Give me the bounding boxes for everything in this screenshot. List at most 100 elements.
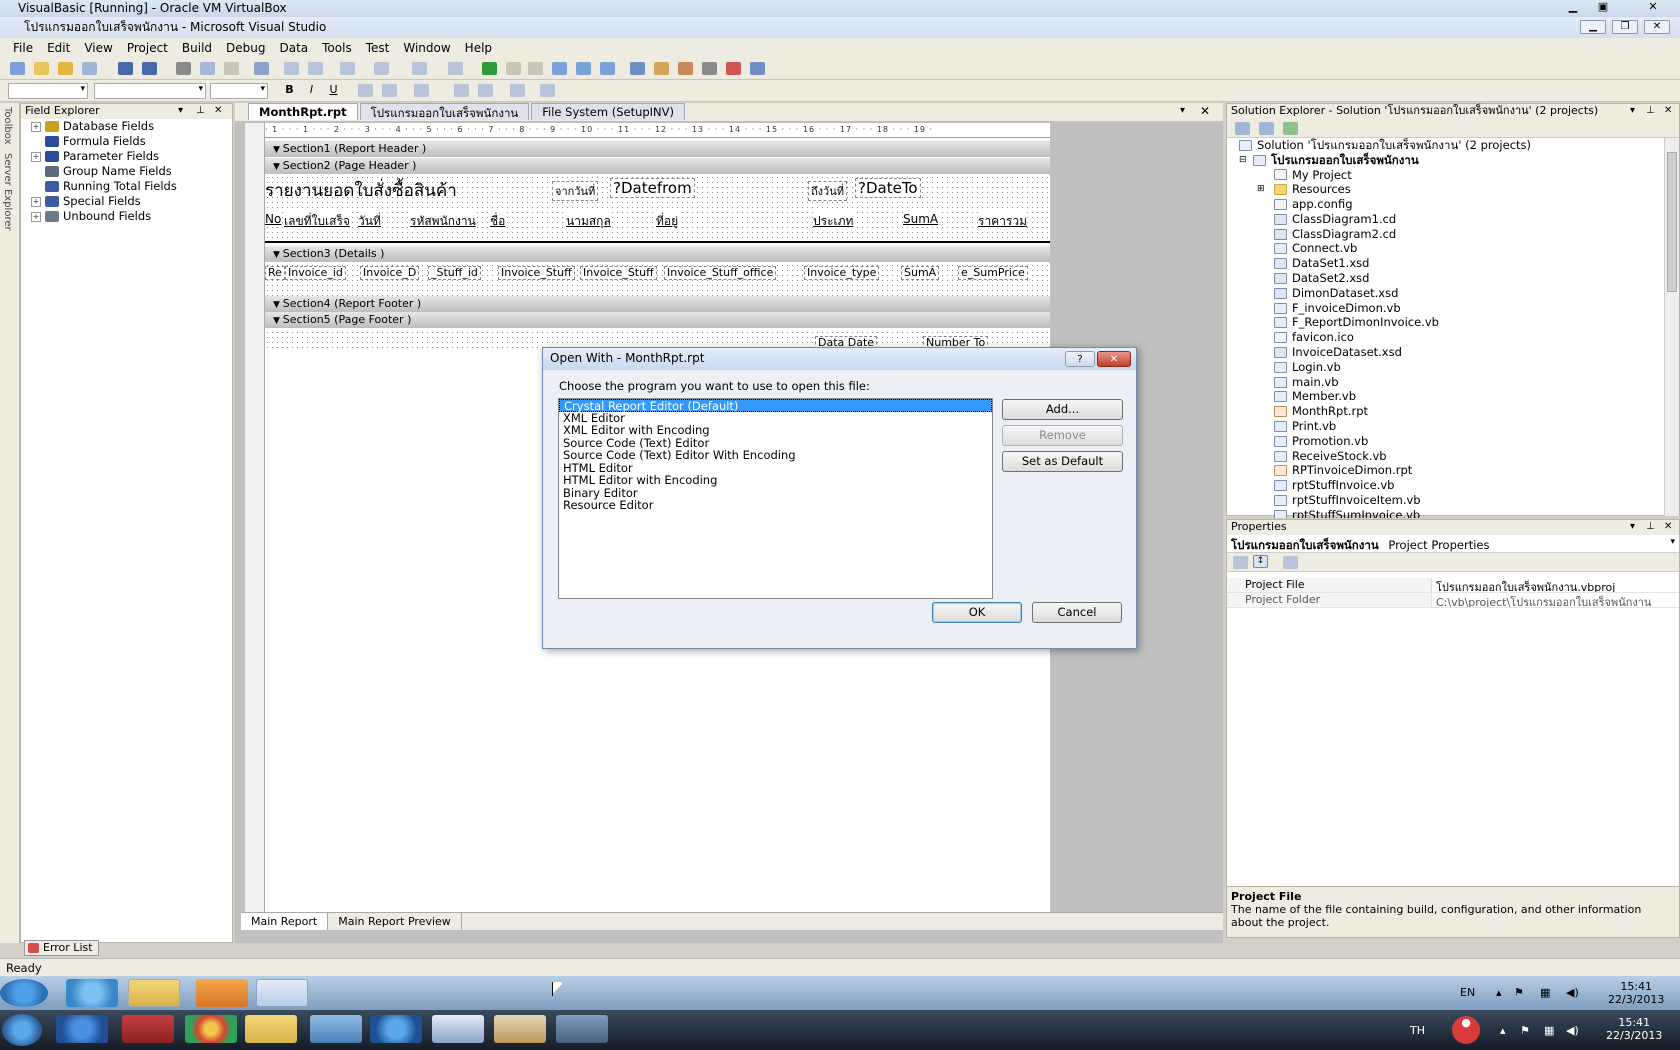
remove-button[interactable]: Remove	[1002, 425, 1123, 446]
categorized-icon[interactable]	[1233, 556, 1248, 569]
pin-icon[interactable]: ⊥	[196, 104, 205, 118]
guest-clock[interactable]: 15:41 22/3/2013	[1608, 980, 1664, 1006]
property-pages-icon[interactable]	[1283, 556, 1298, 569]
report-detail-field[interactable]: Invoice_Stuff	[498, 266, 575, 280]
host-language[interactable]: TH	[1410, 1024, 1425, 1037]
step-out-icon[interactable]	[600, 62, 615, 75]
solution-item[interactable]: Promotion.vb	[1227, 434, 1679, 449]
control-panel-icon[interactable]	[310, 1015, 362, 1043]
guest-network-icon[interactable]: ▦	[1540, 986, 1550, 999]
menu-debug[interactable]: Debug	[219, 38, 272, 58]
bold-icon[interactable]: B	[282, 84, 297, 97]
report-column-header[interactable]: ประเภท	[813, 212, 854, 231]
solution-explorer-scrollbar[interactable]	[1664, 138, 1679, 516]
tab-file-system[interactable]: File System (SetupINV)	[531, 103, 686, 120]
menu-help[interactable]: Help	[458, 38, 499, 58]
report-column-header[interactable]: เลขที่ใบเสร็จ	[284, 212, 350, 231]
report-column-header[interactable]: SumA	[903, 212, 939, 226]
object-browser-icon[interactable]	[678, 62, 693, 75]
bullets-icon[interactable]	[454, 84, 469, 97]
report-column-header[interactable]: วันที่	[358, 212, 381, 231]
start-page-icon[interactable]	[726, 62, 741, 75]
pause-icon[interactable]	[506, 62, 521, 75]
prop-pin-icon[interactable]: ⊥	[1646, 520, 1655, 534]
guest-volume-icon[interactable]: ◀)	[1566, 986, 1579, 999]
report-column-header[interactable]: ที่อยู่	[656, 212, 679, 231]
solution-item[interactable]: favicon.ico	[1227, 330, 1679, 345]
from-date-label[interactable]: จากวันที่	[552, 181, 599, 201]
add-item-icon[interactable]	[34, 62, 49, 75]
dialog-help-button[interactable]: ?	[1065, 351, 1095, 367]
program-list-item[interactable]: Source Code (Text) Editor With Encoding	[559, 449, 992, 462]
app-remote-icon[interactable]	[122, 1015, 174, 1043]
field-explorer-item[interactable]: Running Total Fields	[21, 179, 232, 194]
section-page-footer[interactable]: Section5 (Page Footer )	[265, 312, 1050, 328]
field-explorer-item[interactable]: Group Name Fields	[21, 164, 232, 179]
font-name-combo[interactable]: ▾	[94, 83, 206, 99]
menu-data[interactable]: Data	[272, 38, 315, 58]
report-title[interactable]: รายงานยอดใบสั่งซื้อสินค้า	[265, 177, 457, 204]
program-list-item[interactable]: Crystal Report Editor (Default)	[559, 399, 992, 412]
media-player-icon[interactable]	[196, 979, 248, 1007]
guest-flag-icon[interactable]: ⚑	[1514, 986, 1524, 999]
vs-close-button[interactable]: ✕	[1644, 20, 1670, 34]
solution-item[interactable]: Member.vb	[1227, 389, 1679, 405]
solution-item[interactable]: app.config	[1227, 197, 1679, 212]
cancel-button[interactable]: Cancel	[1032, 602, 1122, 623]
host-clock[interactable]: 15:41 22/3/2013	[1606, 1016, 1662, 1042]
redo-icon[interactable]	[374, 62, 389, 75]
vs-minimize-button[interactable]: ▁	[1580, 20, 1606, 34]
solution-item[interactable]: F_invoiceDimon.vb	[1227, 301, 1679, 316]
report-column-header[interactable]: No	[265, 212, 282, 226]
host-start-icon[interactable]	[2, 1014, 42, 1046]
solution-node[interactable]: Solution 'โปรแกรมออกใบเสร็จพนักงาน' (2 p…	[1227, 138, 1679, 153]
field-explorer-item[interactable]: + Special Fields	[21, 194, 232, 209]
menu-window[interactable]: Window	[396, 38, 457, 58]
solution-item[interactable]: ClassDiagram1.cd	[1227, 212, 1679, 227]
guest-start-icon[interactable]	[0, 979, 48, 1007]
cut-icon[interactable]	[176, 62, 191, 75]
add-button[interactable]: Add...	[1002, 399, 1123, 420]
program-list-item[interactable]: Resource Editor	[559, 499, 992, 512]
close-icon[interactable]: ✕	[214, 104, 222, 118]
program-list-item[interactable]: XML Editor with Encoding	[559, 424, 992, 437]
step-into-icon[interactable]	[552, 62, 567, 75]
server-explorer-tab[interactable]: Server Explorer	[0, 149, 15, 235]
report-detail-field[interactable]: Invoice_Stuff	[580, 266, 657, 280]
solution-item[interactable]: ⊞ Resources	[1227, 182, 1679, 197]
visual-studio-task-icon[interactable]	[256, 979, 308, 1007]
paint-icon[interactable]	[494, 1015, 546, 1043]
report-detail-field[interactable]: Invoice_id	[285, 266, 346, 280]
report-column-header[interactable]: ราคารวม	[978, 212, 1028, 231]
report-column-header[interactable]: รหัสพนักงาน	[410, 212, 476, 231]
step-over-icon[interactable]	[576, 62, 591, 75]
comment-icon[interactable]	[284, 62, 299, 75]
solution-item[interactable]: RPTinvoiceDimon.rpt	[1227, 463, 1679, 479]
section-report-header[interactable]: Section1 (Report Header )	[265, 141, 1050, 157]
section-details[interactable]: Section3 (Details )	[265, 246, 1050, 262]
chevron-down-icon[interactable]: ▾	[178, 104, 183, 118]
host-volume-icon[interactable]: ◀)	[1566, 1024, 1579, 1037]
solution-item[interactable]: InvoiceDataset.xsd	[1227, 345, 1679, 360]
command-window-icon[interactable]	[750, 62, 765, 75]
italic-icon[interactable]: I	[304, 84, 319, 97]
expand-icon[interactable]: +	[31, 151, 41, 162]
se-chevron-down-icon[interactable]: ▾	[1630, 104, 1635, 118]
expand-icon[interactable]: +	[31, 196, 41, 207]
host-notification-icon[interactable]: ●	[1452, 1016, 1480, 1044]
tab-project[interactable]: โปรแกรมออกใบเสร็จพนักงาน	[359, 103, 530, 120]
property-row[interactable]: Project Folder C:\vb\project\โปรแกรมออกใบ…	[1227, 593, 1679, 608]
toolbox-tab[interactable]: Toolbox	[0, 103, 15, 149]
se-close-icon[interactable]: ✕	[1664, 104, 1672, 118]
ok-button[interactable]: OK	[932, 602, 1022, 623]
tab-monthrpt[interactable]: MonthRpt.rpt	[248, 103, 358, 120]
object-chevron-down-icon[interactable]: ▾	[1670, 537, 1675, 547]
solution-item[interactable]: rptStuffInvoiceItem.vb	[1227, 493, 1679, 508]
set-as-default-button[interactable]: Set as Default	[1002, 451, 1123, 472]
toolbox-icon[interactable]	[702, 62, 717, 75]
host-tray-up-icon[interactable]: ▴	[1500, 1024, 1506, 1037]
field-explorer-item[interactable]: + Parameter Fields	[21, 149, 232, 164]
menu-tools[interactable]: Tools	[315, 38, 359, 58]
vs-restore-button[interactable]: ❐	[1612, 20, 1638, 34]
report-detail-field[interactable]: _Stuff_id	[428, 266, 481, 280]
